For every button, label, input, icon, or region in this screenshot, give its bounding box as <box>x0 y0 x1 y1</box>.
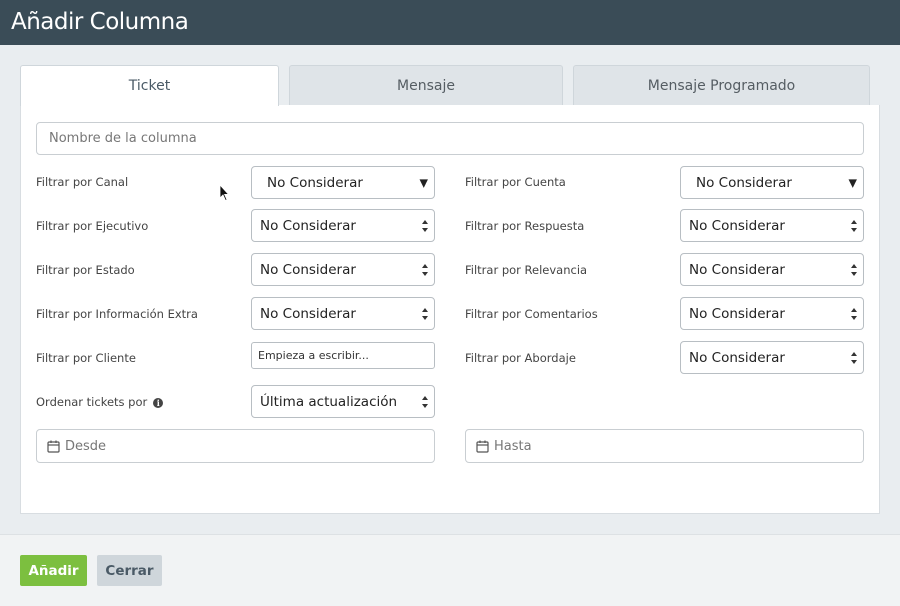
updown-caret-icon <box>422 307 428 320</box>
select-info-extra[interactable]: No Considerar <box>251 297 435 330</box>
date-from-placeholder: Desde <box>65 438 107 454</box>
select-ejecutivo-value: No Considerar <box>260 217 356 234</box>
select-canal[interactable]: No Considerar ▼ <box>251 166 435 199</box>
label-filter-info-extra: Filtrar por Información Extra <box>36 307 198 321</box>
dialog-title: Añadir Columna <box>11 9 189 35</box>
select-canal-value: No Considerar <box>267 174 363 191</box>
label-filter-relevancia: Filtrar por Relevancia <box>465 263 588 277</box>
label-filter-respuesta: Filtrar por Respuesta <box>465 219 585 233</box>
select-relevancia-value: No Considerar <box>689 261 785 278</box>
tab-mensaje[interactable]: Mensaje <box>289 65 563 105</box>
label-filter-cliente: Filtrar por Cliente <box>36 351 136 365</box>
label-order-tickets: Ordenar tickets por i <box>36 395 164 409</box>
label-filter-cuenta: Filtrar por Cuenta <box>465 175 566 189</box>
updown-caret-icon <box>851 351 857 364</box>
select-order-tickets[interactable]: Última actualización <box>251 385 435 418</box>
calendar-icon <box>47 440 60 453</box>
updown-caret-icon <box>851 307 857 320</box>
label-filter-comentarios: Filtrar por Comentarios <box>465 307 598 321</box>
date-from-input[interactable]: Desde <box>36 429 435 463</box>
updown-caret-icon <box>422 395 428 408</box>
column-name-input[interactable]: Nombre de la columna <box>36 122 864 155</box>
add-button[interactable]: Añadir <box>20 555 87 586</box>
select-order-tickets-value: Última actualización <box>260 393 398 410</box>
select-estado-value: No Considerar <box>260 261 356 278</box>
label-filter-ejecutivo: Filtrar por Ejecutivo <box>36 219 149 233</box>
label-filter-abordaje: Filtrar por Abordaje <box>465 351 576 365</box>
select-comentarios-value: No Considerar <box>689 305 785 322</box>
tab-ticket[interactable]: Ticket <box>20 65 279 106</box>
select-ejecutivo[interactable]: No Considerar <box>251 209 435 242</box>
select-cuenta-value: No Considerar <box>696 174 792 191</box>
select-respuesta[interactable]: No Considerar <box>680 209 864 242</box>
updown-caret-icon <box>422 263 428 276</box>
chevron-down-icon: ▼ <box>848 176 857 189</box>
updown-caret-icon <box>851 219 857 232</box>
calendar-icon <box>476 440 489 453</box>
date-to-input[interactable]: Hasta <box>465 429 864 463</box>
label-filter-canal: Filtrar por Canal <box>36 175 129 189</box>
close-button[interactable]: Cerrar <box>97 555 162 586</box>
dialog-header: Añadir Columna <box>0 0 900 45</box>
updown-caret-icon <box>851 263 857 276</box>
select-respuesta-value: No Considerar <box>689 217 785 234</box>
label-order-tickets-text: Ordenar tickets por <box>36 395 148 409</box>
select-relevancia[interactable]: No Considerar <box>680 253 864 286</box>
select-estado[interactable]: No Considerar <box>251 253 435 286</box>
date-to-placeholder: Hasta <box>494 438 532 454</box>
chevron-down-icon: ▼ <box>419 176 428 189</box>
label-filter-estado: Filtrar por Estado <box>36 263 135 277</box>
updown-caret-icon <box>422 219 428 232</box>
select-abordaje-value: No Considerar <box>689 349 785 366</box>
mouse-pointer-icon <box>219 184 229 202</box>
select-comentarios[interactable]: No Considerar <box>680 297 864 330</box>
select-abordaje[interactable]: No Considerar <box>680 341 864 374</box>
select-cuenta[interactable]: No Considerar ▼ <box>680 166 864 199</box>
select-info-extra-value: No Considerar <box>260 305 356 322</box>
info-icon[interactable]: i <box>153 397 164 408</box>
tab-mensaje-programado[interactable]: Mensaje Programado <box>573 65 870 105</box>
cliente-autocomplete-input[interactable]: Empieza a escribir... <box>251 342 435 369</box>
